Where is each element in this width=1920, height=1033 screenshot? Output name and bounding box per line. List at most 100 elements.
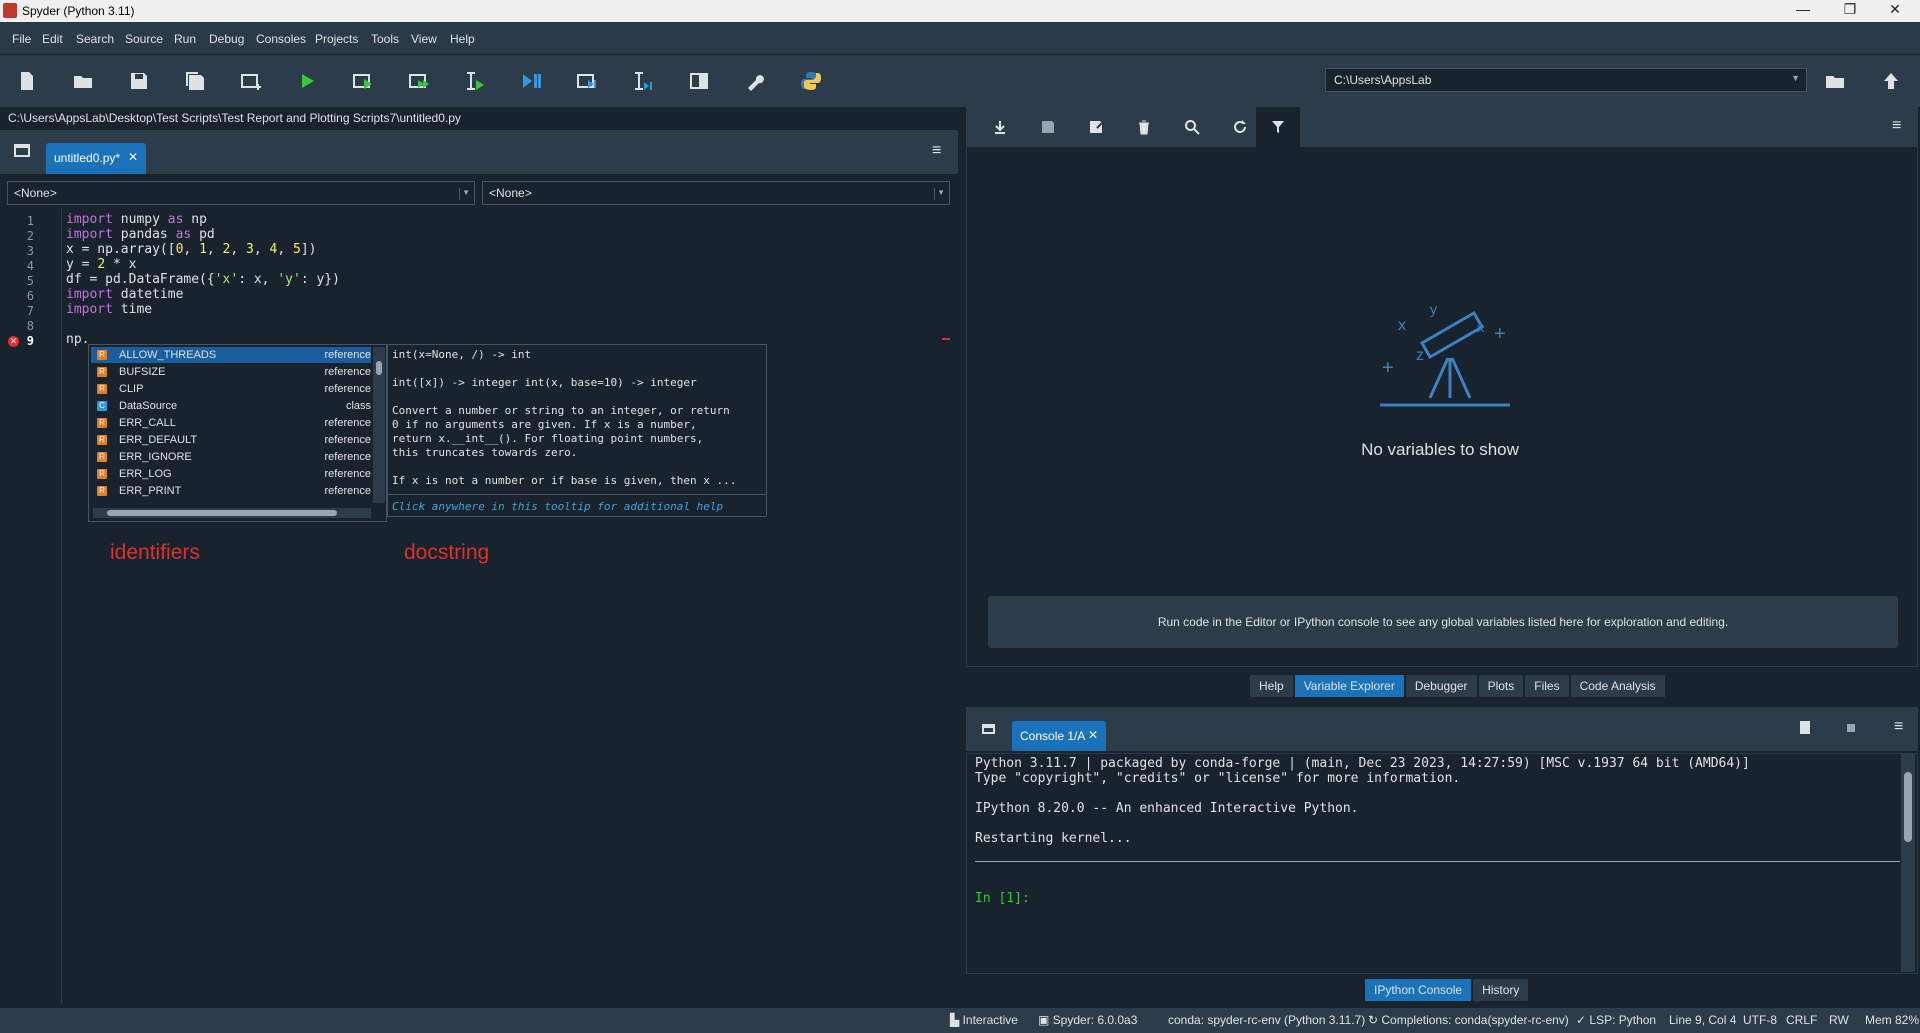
open-folder-icon[interactable]: [70, 68, 96, 94]
docstring-line: return x.__int__(). For floating point n…: [392, 432, 704, 445]
line-number: 6: [26, 289, 34, 303]
menu-tools[interactable]: Tools: [371, 32, 399, 46]
menu-search[interactable]: Search: [76, 32, 114, 46]
tab-help[interactable]: Help: [1250, 675, 1293, 697]
new-file-icon[interactable]: [14, 68, 40, 94]
save-data-icon[interactable]: [1038, 117, 1058, 137]
console-bottom-tab-bar: IPython Console History: [1365, 979, 1530, 1001]
save-all-icon[interactable]: [182, 68, 208, 94]
menu-debug[interactable]: Debug: [209, 32, 244, 46]
reference-icon: R: [97, 486, 107, 496]
code-line: x = np.array([0, 1, 2, 3, 4, 5]): [66, 242, 317, 257]
scroll-thumb[interactable]: [1904, 772, 1912, 842]
ipython-console[interactable]: Python 3.11.7 | packaged by conda-forge …: [966, 753, 1918, 974]
new-cell-icon[interactable]: [238, 68, 264, 94]
browse-folder-icon[interactable]: [1822, 68, 1848, 94]
browse-tabs-icon[interactable]: [14, 144, 30, 157]
chevron-down-icon[interactable]: ▼: [459, 188, 470, 200]
editor-tab-bar: untitled0.py* ✕ ≡: [0, 130, 958, 174]
completions-status[interactable]: ↻ Completions: conda(spyder-rc-env): [1368, 1013, 1569, 1027]
chevron-down-icon[interactable]: ▼: [934, 188, 945, 200]
completion-vscrollbar[interactable]: [373, 347, 385, 503]
save-icon[interactable]: [126, 68, 152, 94]
run-icon[interactable]: [294, 68, 320, 94]
error-icon[interactable]: ✕: [8, 336, 19, 347]
chevron-down-icon[interactable]: ▼: [1791, 73, 1800, 83]
browse-tabs-icon[interactable]: [982, 724, 995, 734]
divider: [388, 494, 766, 495]
completion-item[interactable]: R CLIP reference: [91, 381, 371, 397]
function-combo[interactable]: <None> ▼: [482, 181, 950, 205]
completion-item[interactable]: R ALLOW_THREADS reference: [91, 347, 371, 363]
tab-debugger[interactable]: Debugger: [1405, 675, 1477, 697]
status-bar: ▙ Interactive ▣ Spyder: 6.0.0a3 conda: s…: [0, 1008, 1920, 1033]
stop-icon[interactable]: [1847, 724, 1855, 732]
options-menu-icon[interactable]: ≡: [1892, 117, 1901, 135]
completion-list[interactable]: R ALLOW_THREADS reference R BUFSIZE referenc…: [88, 344, 387, 522]
close-tab-icon[interactable]: ✕: [128, 150, 138, 164]
completion-item[interactable]: R ERR_LOG reference: [91, 466, 371, 482]
maximize-pane-icon[interactable]: [686, 68, 712, 94]
debug-cell-icon[interactable]: [574, 68, 600, 94]
refresh-icon[interactable]: [1230, 117, 1250, 137]
trash-icon[interactable]: [1800, 721, 1810, 734]
minimize-icon[interactable]: —: [1788, 1, 1818, 17]
tab-console[interactable]: Console 1/A ✕: [1012, 721, 1106, 751]
working-directory-combo[interactable]: C:\Users\AppsLab ▼: [1325, 68, 1807, 92]
completion-item[interactable]: R ERR_CALL reference: [91, 415, 371, 431]
spyder-icon: ▣: [1038, 1013, 1053, 1027]
tab-untitled0[interactable]: untitled0.py* ✕: [46, 143, 146, 174]
scroll-thumb[interactable]: [107, 510, 337, 516]
run-cell-advance-icon[interactable]: [406, 68, 432, 94]
trash-icon[interactable]: [1134, 117, 1154, 137]
restore-icon[interactable]: ❐: [1835, 1, 1865, 18]
lsp-status[interactable]: ✓ LSP: Python: [1576, 1013, 1656, 1027]
completion-hscrollbar[interactable]: [93, 508, 371, 518]
tab-plots[interactable]: Plots: [1478, 675, 1524, 697]
menu-source[interactable]: Source: [125, 32, 163, 46]
window-title: Spyder (Python 3.11): [22, 4, 135, 18]
import-data-icon[interactable]: [990, 117, 1010, 137]
filter-button[interactable]: [1256, 107, 1300, 147]
memory-usage: Mem 82%: [1865, 1013, 1920, 1027]
menu-edit[interactable]: Edit: [42, 32, 63, 46]
class-combo[interactable]: <None> ▼: [7, 181, 475, 205]
reference-icon: R: [97, 435, 107, 445]
menu-view[interactable]: View: [411, 32, 437, 46]
scroll-thumb[interactable]: [376, 361, 382, 375]
conda-env[interactable]: conda: spyder-rc-env (Python 3.11.7): [1168, 1013, 1365, 1027]
menu-consoles[interactable]: Consoles: [256, 32, 306, 46]
close-window-icon[interactable]: ✕: [1880, 1, 1910, 18]
tab-variable-explorer[interactable]: Variable Explorer: [1294, 675, 1404, 697]
options-menu-icon[interactable]: ≡: [932, 142, 941, 160]
search-icon[interactable]: [1182, 117, 1202, 137]
tab-ipython-console[interactable]: IPython Console: [1365, 979, 1472, 1001]
run-cell-icon[interactable]: [350, 68, 376, 94]
code-editor[interactable]: import numpy as np import pandas as pd x…: [66, 209, 954, 1004]
python-icon[interactable]: [798, 68, 824, 94]
completion-item[interactable]: R ERR_IGNORE reference: [91, 449, 371, 465]
tab-history[interactable]: History: [1473, 979, 1529, 1001]
tab-code-analysis[interactable]: Code Analysis: [1570, 675, 1665, 697]
run-selection-icon[interactable]: [462, 68, 488, 94]
docstring-tooltip[interactable]: int(x=None, /) -> int int([x]) -> intege…: [387, 344, 767, 517]
wrench-icon[interactable]: [742, 68, 768, 94]
completion-item[interactable]: R BUFSIZE reference: [91, 364, 371, 380]
docstring-help-link[interactable]: Click anywhere in this tooltip for addit…: [392, 500, 723, 513]
spyder-logo-icon: [3, 3, 17, 18]
menu-help[interactable]: Help: [450, 32, 475, 46]
completion-item[interactable]: R ERR_PRINT reference: [91, 483, 371, 499]
completion-item[interactable]: C DataSource class: [91, 398, 371, 414]
menu-run[interactable]: Run: [174, 32, 196, 46]
close-tab-icon[interactable]: ✕: [1088, 728, 1098, 742]
completion-item[interactable]: R ERR_DEFAULT reference: [91, 432, 371, 448]
console-vscrollbar[interactable]: [1901, 754, 1915, 972]
parent-directory-icon[interactable]: [1878, 68, 1904, 94]
save-data-as-icon[interactable]: [1086, 117, 1106, 137]
debug-selection-icon[interactable]: [630, 68, 656, 94]
tab-files[interactable]: Files: [1525, 675, 1569, 697]
menu-file[interactable]: File: [12, 32, 31, 46]
options-menu-icon[interactable]: ≡: [1894, 718, 1903, 736]
menu-projects[interactable]: Projects: [315, 32, 358, 46]
debug-icon[interactable]: [518, 68, 544, 94]
